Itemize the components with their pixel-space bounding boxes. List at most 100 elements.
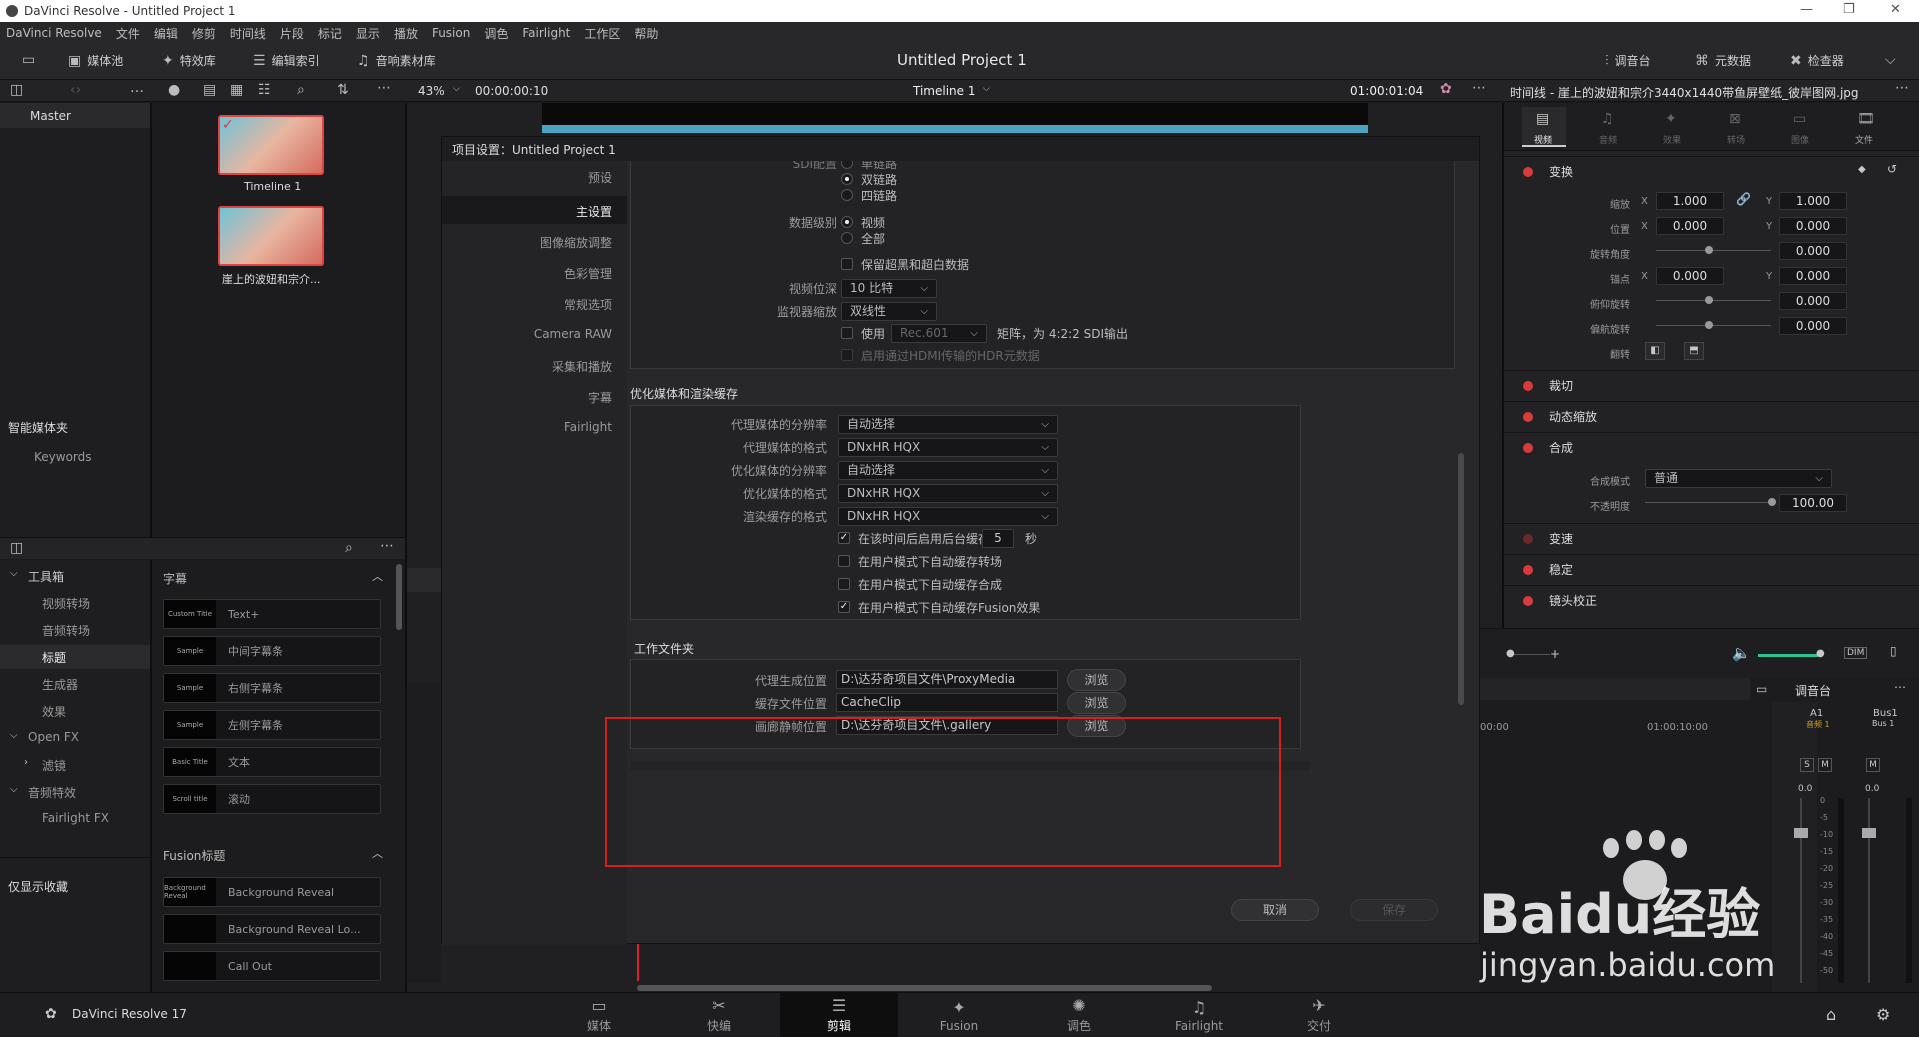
image-tab-icon[interactable]: ▭ — [1793, 111, 1806, 127]
tab-audio[interactable]: 音频 — [1599, 133, 1617, 146]
plus-icon[interactable]: + — [1550, 647, 1560, 661]
opacity-field[interactable]: 100.00 — [1779, 494, 1847, 512]
zoom-chevron-icon[interactable]: ⌵ — [453, 84, 460, 94]
bg-cache-seconds-input[interactable]: 5 — [982, 529, 1014, 548]
chevron-right-icon[interactable]: › — [24, 757, 28, 768]
nav-fairlight[interactable]: Fairlight — [564, 420, 612, 434]
tab-file[interactable]: 文件 — [1855, 133, 1873, 146]
gear-icon[interactable]: ⚙ — [1876, 1005, 1890, 1024]
page-fusion[interactable]: ✦ Fusion — [900, 993, 1018, 1037]
scrollbar[interactable] — [396, 564, 402, 630]
collapse-icon[interactable]: ︿ — [372, 845, 383, 861]
timeline-scrollbar[interactable] — [637, 985, 1212, 991]
menu-clip[interactable]: 片段 — [280, 25, 304, 42]
bg-cache-checkbox[interactable]: ✓ — [838, 532, 850, 544]
menu-file[interactable]: 文件 — [116, 25, 140, 42]
nav-camera-raw[interactable]: Camera RAW — [534, 327, 612, 341]
bin-master[interactable]: Master — [30, 109, 71, 123]
flip-vertical-icon[interactable]: ⬒ — [1684, 342, 1704, 360]
toolbox-item[interactable]: 滤镜 — [42, 757, 66, 774]
menu-timeline[interactable]: 时间线 — [230, 25, 266, 42]
dim-icon[interactable]: DIM — [1844, 647, 1868, 659]
playhead[interactable] — [637, 943, 639, 981]
sdi-radio[interactable] — [841, 189, 853, 201]
toolbox-item[interactable]: 效果 — [42, 703, 66, 720]
page-deliver[interactable]: ✈ 交付 — [1260, 993, 1378, 1037]
timeline-selector[interactable]: Timeline 1 — [913, 84, 975, 98]
file-tab-icon[interactable]: 🎞 — [1857, 111, 1875, 127]
tab-effects[interactable]: 效果 — [1663, 133, 1681, 146]
minimize-icon[interactable]: — — [1800, 2, 1813, 17]
metadata-button[interactable]: ⌘ 元数据 — [1695, 52, 1751, 69]
chevron-down-icon[interactable]: ⌵ — [10, 784, 18, 795]
title-template[interactable]: Sample 右侧字幕条 — [163, 673, 381, 703]
mute-button[interactable]: M — [1818, 758, 1832, 772]
menu-view[interactable]: 显示 — [356, 25, 380, 42]
search-icon[interactable]: ⌕ — [345, 540, 353, 556]
pos-y-field[interactable]: 0.000 — [1779, 217, 1847, 235]
edit-index-button[interactable]: ☰ 编辑索引 — [253, 52, 320, 69]
smart-bin-keywords[interactable]: Keywords — [34, 450, 92, 464]
flip-horizontal-icon[interactable]: ◧ — [1645, 342, 1665, 360]
search-icon[interactable]: ⌕ — [297, 82, 305, 98]
audio-tab-icon[interactable]: ♫ — [1601, 111, 1614, 127]
slider-handle[interactable] — [1768, 498, 1776, 506]
page-fairlight[interactable]: ♫ Fairlight — [1140, 993, 1258, 1037]
folder-path-input[interactable]: CacheClip — [836, 693, 1058, 712]
toolbox-item[interactable]: 视频转场 — [42, 595, 90, 612]
browse-button[interactable]: 浏览 — [1067, 692, 1126, 714]
matrix-select[interactable]: Rec.601 ⌵ — [891, 324, 987, 343]
nav-color-management[interactable]: 色彩管理 — [564, 265, 612, 282]
retain-checkbox[interactable] — [841, 258, 853, 270]
keyframe-icon[interactable]: ◆ — [1858, 164, 1866, 175]
rotation-field[interactable]: 0.000 — [1779, 242, 1847, 260]
stabilize-section[interactable]: 稳定 — [1503, 554, 1919, 584]
nav-capture-playback[interactable]: 采集和播放 — [552, 358, 612, 375]
pos-x-field[interactable]: 0.000 — [1656, 217, 1724, 235]
list-view-icon[interactable]: ☷ — [258, 82, 271, 98]
menu-workspace[interactable]: 工作区 — [584, 25, 620, 42]
mixer-button[interactable]: ⫶ 调音台 — [1605, 52, 1651, 69]
opt-select[interactable]: DNxHR HQX ⌵ — [838, 484, 1058, 503]
restore-icon[interactable]: ❐ — [1843, 2, 1855, 17]
options-icon[interactable]: ⋯ — [380, 538, 394, 554]
lens-correction-section[interactable]: 镜头校正 — [1503, 585, 1919, 615]
options-icon[interactable]: ⋯ — [377, 80, 391, 96]
transform-section[interactable]: 变换 — [1503, 156, 1919, 186]
nav-master-settings[interactable]: 主设置 — [576, 203, 612, 220]
auto-cache-checkbox[interactable]: ✓ — [838, 601, 850, 613]
menu-davinci[interactable]: DaVinci Resolve — [6, 26, 102, 40]
menu-playback[interactable]: 播放 — [394, 25, 418, 42]
tab-image[interactable]: 图像 — [1791, 133, 1809, 146]
yaw-slider[interactable] — [1656, 325, 1771, 326]
toolbox-item[interactable]: 音频特效 — [28, 784, 76, 801]
nav-image-scaling[interactable]: 图像缩放调整 — [540, 234, 612, 251]
save-button[interactable]: 保存 — [1350, 899, 1438, 921]
inspector-options-icon[interactable]: ⋯ — [1895, 80, 1909, 96]
sdi-radio[interactable] — [841, 173, 853, 185]
chevron-down-icon[interactable]: ⌵ — [10, 730, 18, 741]
dot-icon[interactable]: ● — [168, 82, 180, 98]
toolbox-item[interactable]: 音频转场 — [42, 622, 90, 639]
code-icon[interactable]: ‹› — [70, 82, 81, 98]
menu-help[interactable]: 帮助 — [634, 25, 658, 42]
grid-view-icon[interactable]: ▦ — [230, 82, 243, 98]
mixer-toggle-icon[interactable]: ▭ — [1756, 682, 1767, 696]
composite-section[interactable]: 合成 — [1503, 432, 1919, 462]
fusion-title-template[interactable]: Background Reveal Background Reveal — [163, 877, 381, 907]
page-edit[interactable]: ☰ 剪辑 — [780, 993, 898, 1037]
pitch-slider[interactable] — [1656, 300, 1771, 301]
opacity-slider[interactable] — [1645, 502, 1770, 503]
effects-button[interactable]: ✦ 特效库 — [162, 52, 216, 69]
auto-cache-checkbox[interactable] — [838, 578, 850, 590]
timeline-chevron-icon[interactable]: ⌵ — [983, 84, 990, 94]
page-color[interactable]: ✺ 调色 — [1020, 993, 1138, 1037]
auto-cache-checkbox[interactable] — [838, 555, 850, 567]
matrix-checkbox[interactable] — [841, 327, 853, 339]
menu-fairlight[interactable]: Fairlight — [522, 26, 570, 40]
solo-button[interactable]: S — [1800, 758, 1814, 772]
tab-transition[interactable]: 转场 — [1727, 133, 1745, 146]
settings-scrollbar[interactable] — [1458, 453, 1464, 705]
cancel-button[interactable]: 取消 — [1231, 899, 1319, 921]
color-wheel-icon[interactable]: ✿ — [1440, 81, 1452, 97]
